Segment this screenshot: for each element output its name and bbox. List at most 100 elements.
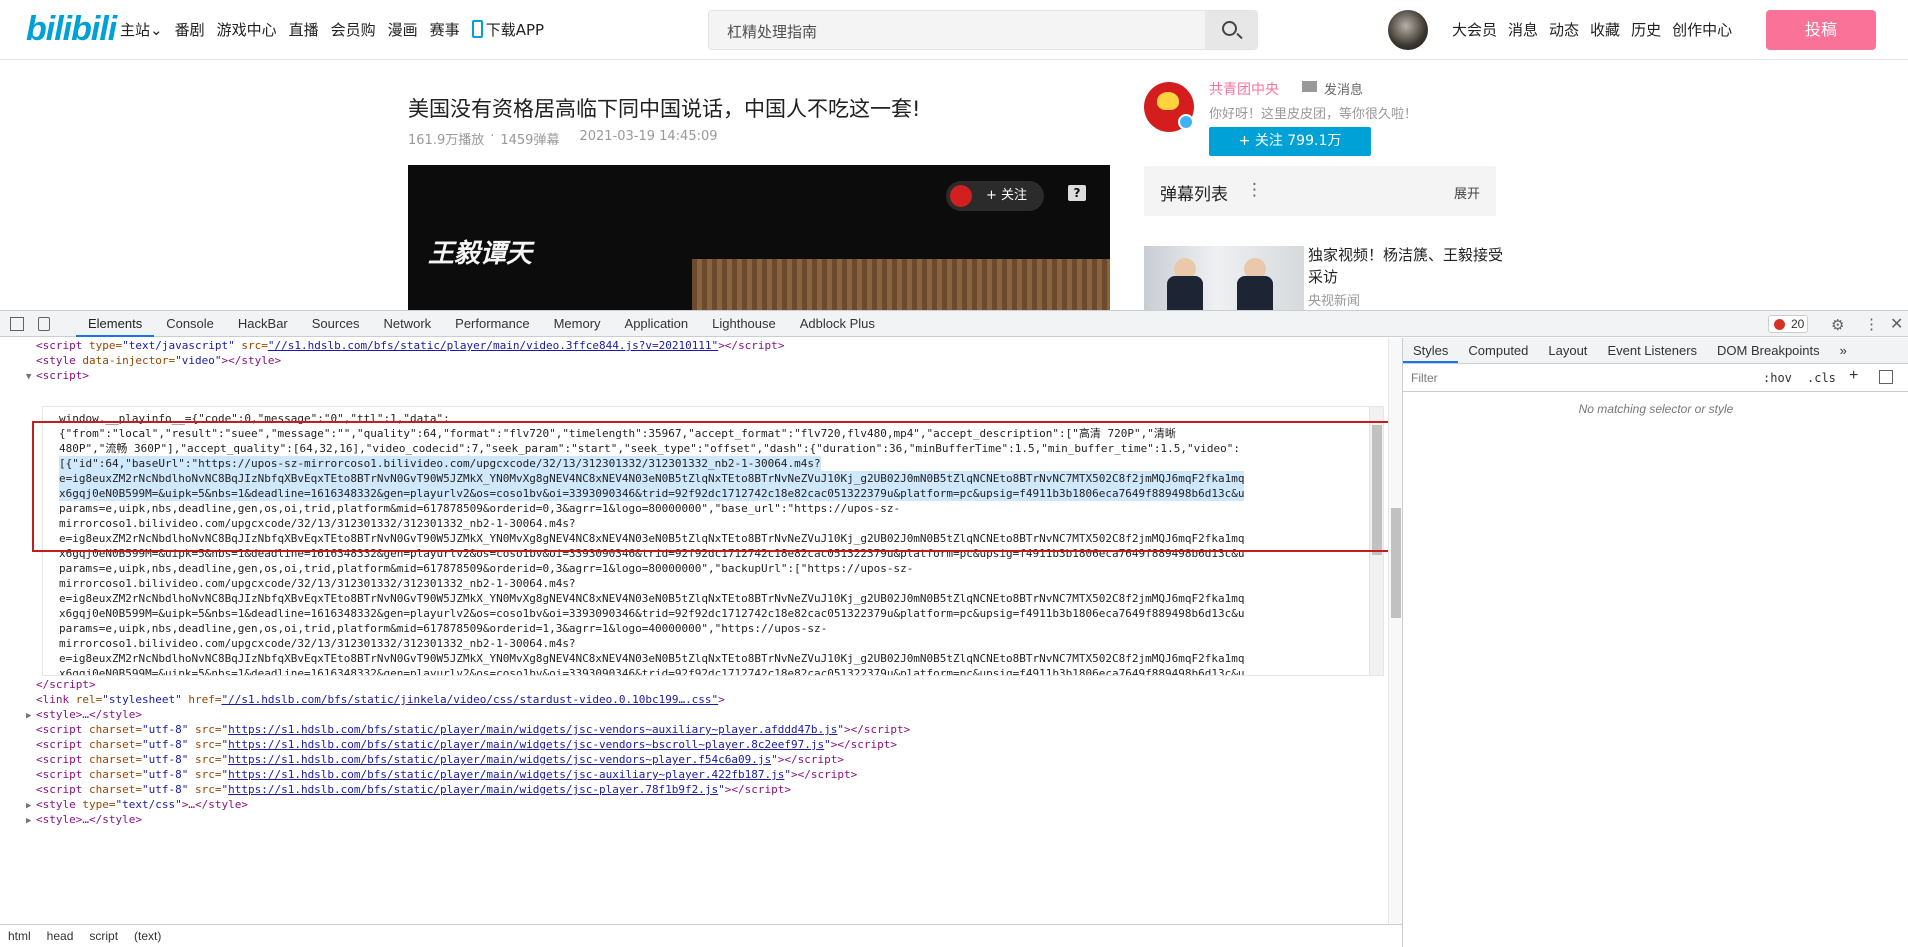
tab-memory[interactable]: Memory	[542, 311, 613, 337]
error-count-badge[interactable]: 20	[1768, 315, 1808, 333]
recommend-source[interactable]: 央视新闻	[1308, 290, 1360, 309]
user-avatar[interactable]	[1388, 10, 1428, 50]
nav-item-manga[interactable]: 漫画	[388, 19, 418, 40]
tab-computed[interactable]: Computed	[1458, 338, 1538, 363]
tag-name: style	[42, 354, 76, 367]
upload-button[interactable]: 投稿	[1766, 10, 1876, 50]
attr-link[interactable]: https://s1.hdslb.com/bfs/static/player/m…	[228, 768, 784, 781]
dom-node-style-collapsed[interactable]: <style>…</style>	[36, 707, 142, 722]
dom-node-style-video[interactable]: <style data-injector="video"></style>	[36, 353, 281, 368]
tab-styles[interactable]: Styles	[1403, 338, 1459, 363]
video-player[interactable]: 王毅谭天 + 关注 ?	[408, 165, 1110, 310]
quote: "	[718, 783, 725, 796]
tab-dom-breakpoints[interactable]: DOM Breakpoints	[1707, 338, 1830, 363]
nav-vip[interactable]: 大会员	[1452, 19, 1497, 40]
more-icon[interactable]: ⋮	[1246, 180, 1263, 200]
tag-bracket: <	[36, 339, 43, 352]
breadcrumb-text[interactable]: (text)	[134, 925, 161, 947]
styles-tabs: Styles Computed Layout Event Listeners D…	[1403, 338, 1908, 364]
help-icon[interactable]: ?	[1068, 185, 1086, 201]
nav-item-download-app[interactable]: 下载APP	[471, 19, 544, 40]
more-options-icon[interactable]: ⋮	[1864, 315, 1879, 333]
hover-state-button[interactable]: :hov	[1763, 371, 1792, 385]
tab-elements[interactable]: Elements	[76, 311, 155, 337]
dom-node-script-widget[interactable]: <script charset="utf-8" src="https://s1.…	[36, 752, 844, 767]
toggle-sidebar-icon[interactable]	[1879, 370, 1893, 384]
more-tabs-icon[interactable]: »	[1830, 338, 1857, 363]
nav-item-esports[interactable]: 赛事	[430, 19, 460, 40]
new-rule-icon[interactable]: +	[1849, 367, 1858, 385]
dom-node-script-open[interactable]: <script>	[36, 368, 89, 383]
player-follow-button[interactable]: + 关注	[946, 181, 1044, 211]
search-button[interactable]	[1205, 11, 1257, 49]
attr-link[interactable]: "//s1.hdslb.com/bfs/static/jinkela/video…	[221, 693, 718, 706]
close-icon[interactable]: ✕	[1890, 314, 1903, 334]
device-toolbar-icon[interactable]	[38, 317, 50, 331]
recommend-thumbnail[interactable]	[1144, 246, 1304, 310]
scrollbar-thumb[interactable]	[1391, 508, 1401, 618]
tab-layout[interactable]: Layout	[1538, 338, 1597, 363]
expand-button[interactable]: 展开	[1454, 183, 1480, 202]
tag-name: style	[241, 354, 275, 367]
tag-bracket: >	[718, 693, 725, 706]
nav-item-live[interactable]: 直播	[289, 19, 319, 40]
styles-filter-input[interactable]: Filter	[1411, 371, 1438, 385]
dom-node-script-close[interactable]: </script>	[36, 677, 96, 692]
tab-application[interactable]: Application	[613, 311, 701, 337]
nav-history[interactable]: 历史	[1631, 19, 1661, 40]
nav-item-mall[interactable]: 会员购	[331, 19, 376, 40]
elements-tree[interactable]: <script type="text/javascript" src="//s1…	[0, 338, 1402, 924]
send-message-link[interactable]: 发消息	[1324, 79, 1363, 98]
tab-console[interactable]: Console	[154, 311, 226, 337]
mail-icon[interactable]	[1302, 81, 1317, 92]
dom-node-script-widget[interactable]: <script charset="utf-8" src="https://s1.…	[36, 722, 910, 737]
collapsed-triangle-icon[interactable]: ▶	[26, 709, 31, 724]
nav-favorites[interactable]: 收藏	[1590, 19, 1620, 40]
attr-link[interactable]: https://s1.hdslb.com/bfs/static/player/m…	[228, 753, 771, 766]
tab-network[interactable]: Network	[371, 311, 443, 337]
nav-item-bangumi[interactable]: 番剧	[175, 19, 205, 40]
dom-node-script-widget[interactable]: <script charset="utf-8" src="https://s1.…	[36, 737, 897, 752]
tab-performance[interactable]: Performance	[443, 311, 541, 337]
tag-bracket: ></	[791, 768, 811, 781]
tab-lighthouse[interactable]: Lighthouse	[700, 311, 788, 337]
breadcrumb-head[interactable]: head	[47, 925, 74, 947]
tag-name: script	[797, 753, 838, 766]
recommend-title[interactable]: 独家视频！杨洁篪、王毅接受采访	[1308, 244, 1508, 288]
collapsed-triangle-icon[interactable]: ▶	[26, 799, 31, 814]
uploader-name[interactable]: 共青团中央	[1209, 79, 1279, 99]
elements-scrollbar[interactable]	[1388, 338, 1402, 924]
dom-node-script-video[interactable]: <script type="text/javascript" src="//s1…	[36, 338, 784, 353]
dom-node-script-widget[interactable]: <script charset="utf-8" src="https://s1.…	[36, 782, 791, 797]
dom-node-style-partial[interactable]: <style>…</style>	[36, 812, 142, 827]
gear-icon[interactable]: ⚙	[1831, 316, 1844, 334]
breadcrumb-script[interactable]: script	[89, 925, 118, 947]
attr-link[interactable]: https://s1.hdslb.com/bfs/static/player/m…	[228, 723, 837, 736]
attr-value: "utf-8"	[141, 723, 189, 736]
search-box[interactable]: 杠精处理指南	[708, 10, 1258, 50]
expand-triangle-icon[interactable]: ▼	[26, 370, 31, 385]
nav-dynamics[interactable]: 动态	[1549, 19, 1579, 40]
breadcrumb-html[interactable]: html	[8, 925, 31, 947]
nav-item-game-center[interactable]: 游戏中心	[217, 19, 277, 40]
dom-node-script-widget[interactable]: <script charset="utf-8" src="https://s1.…	[36, 767, 857, 782]
follow-button[interactable]: + 关注 799.1万	[1209, 127, 1371, 156]
tab-adblock-plus[interactable]: Adblock Plus	[788, 311, 887, 337]
tab-sources[interactable]: Sources	[300, 311, 372, 337]
inspect-element-icon[interactable]	[10, 317, 24, 331]
nav-item-main[interactable]: 主站⌄	[120, 19, 163, 40]
dom-node-link-stylesheet[interactable]: <link rel="stylesheet" href="//s1.hdslb.…	[36, 692, 725, 707]
nav-messages[interactable]: 消息	[1508, 19, 1538, 40]
attr-link[interactable]: "//s1.hdslb.com/bfs/static/player/main/v…	[268, 339, 718, 352]
attr-link[interactable]: https://s1.hdslb.com/bfs/static/player/m…	[228, 783, 718, 796]
tab-hackbar[interactable]: HackBar	[226, 311, 300, 337]
search-input[interactable]: 杠精处理指南	[727, 21, 817, 42]
attr-link[interactable]: https://s1.hdslb.com/bfs/static/player/m…	[228, 738, 824, 751]
bilibili-logo[interactable]: bilibili	[26, 10, 117, 49]
class-button[interactable]: .cls	[1807, 371, 1836, 385]
dom-node-style-css[interactable]: <style type="text/css">…</style>	[36, 797, 248, 812]
nav-creator-center[interactable]: 创作中心	[1672, 19, 1732, 40]
collapsed-triangle-icon[interactable]: ▶	[26, 814, 31, 829]
tag-bracket: ></	[724, 783, 745, 796]
tab-event-listeners[interactable]: Event Listeners	[1597, 338, 1707, 363]
